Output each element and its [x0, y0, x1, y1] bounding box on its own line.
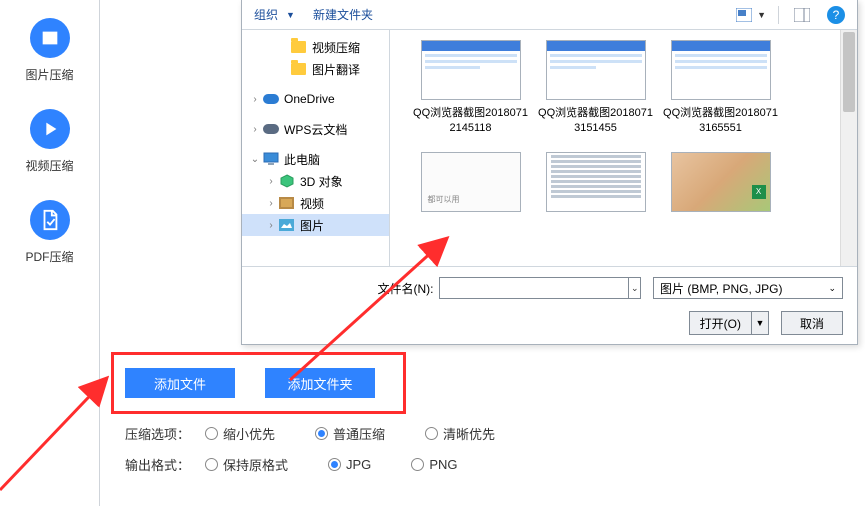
file-thumbnail	[546, 152, 646, 212]
organize-menu[interactable]: 组织	[254, 6, 278, 23]
view-mode-button[interactable]	[733, 4, 755, 26]
file-name-label: QQ浏览器截图20180713151455	[536, 106, 656, 136]
image-icon	[30, 18, 70, 58]
file-name-label: QQ浏览器截图20180713165551	[661, 106, 781, 136]
toolbar-separator	[778, 6, 779, 24]
pictures-folder-icon	[278, 217, 295, 234]
file-thumbnail	[546, 40, 646, 100]
tree-item-this-pc[interactable]: ⌄ 此电脑	[242, 148, 389, 170]
radio-clarity-first[interactable]: 清晰优先	[425, 424, 495, 443]
expand-icon[interactable]: ›	[264, 176, 278, 187]
compress-option-row: 压缩选项： 缩小优先 普通压缩 清晰优先	[125, 424, 535, 443]
options-panel: 压缩选项： 缩小优先 普通压缩 清晰优先 输出格式： 保持原格式 JPG PNG	[125, 424, 535, 486]
radio-shrink-first[interactable]: 缩小优先	[205, 424, 275, 443]
filename-dropdown-icon[interactable]: ⌄	[629, 277, 641, 299]
tree-item-onedrive[interactable]: › OneDrive	[242, 88, 389, 110]
collapse-icon[interactable]: ⌄	[248, 154, 262, 165]
radio-jpg[interactable]: JPG	[328, 457, 371, 472]
cloud-icon	[262, 91, 279, 108]
chevron-down-icon: ⌄	[828, 283, 836, 294]
file-item[interactable]: QQ浏览器截图20180713151455	[533, 40, 658, 136]
add-file-button[interactable]: 添加文件	[125, 368, 235, 398]
dialog-bottom-bar: 文件名(N): ⌄ 图片 (BMP, PNG, JPG) ⌄ 打开(O)▼ 取消	[242, 266, 857, 344]
add-folder-button[interactable]: 添加文件夹	[265, 368, 375, 398]
file-name-label: QQ浏览器截图20180712145118	[411, 106, 531, 136]
radio-keep-format[interactable]: 保持原格式	[205, 455, 288, 474]
radio-png[interactable]: PNG	[411, 457, 457, 472]
file-thumbnail: X	[671, 152, 771, 212]
file-item[interactable]: QQ浏览器截图20180712145118	[408, 40, 533, 136]
file-list-pane: QQ浏览器截图20180712145118 QQ浏览器截图20180713151…	[390, 30, 857, 266]
chevron-down-icon: ▼	[286, 10, 295, 20]
video-folder-icon	[278, 195, 295, 212]
pdf-icon	[30, 200, 70, 240]
chevron-down-icon[interactable]: ▼	[757, 10, 766, 20]
dialog-toolbar: 组织 ▼ 新建文件夹 ▼ ?	[242, 0, 857, 30]
sidebar-item-pdf-compress[interactable]: PDF压缩	[0, 200, 99, 265]
file-item[interactable]: X	[658, 152, 783, 218]
tree-item-videos[interactable]: › 视频	[242, 192, 389, 214]
help-icon[interactable]: ?	[827, 6, 845, 24]
file-item[interactable]: QQ浏览器截图20180713165551	[658, 40, 783, 136]
compress-option-label: 压缩选项：	[125, 424, 205, 443]
filetype-select[interactable]: 图片 (BMP, PNG, JPG) ⌄	[653, 277, 843, 299]
tree-item-pictures[interactable]: › 图片	[242, 214, 389, 236]
add-buttons-group: 添加文件 添加文件夹	[125, 368, 375, 398]
pc-icon	[262, 151, 279, 168]
app-sidebar: 图片压缩 视频压缩 PDF压缩	[0, 0, 100, 506]
file-thumbnail: 都可以用	[421, 152, 521, 212]
tree-item-image-translate[interactable]: 图片翻译	[242, 58, 389, 80]
sidebar-item-label: 图片压缩	[25, 66, 73, 83]
expand-icon[interactable]: ›	[248, 124, 262, 135]
open-button[interactable]: 打开(O)▼	[689, 311, 769, 335]
file-item[interactable]: 都可以用	[408, 152, 533, 218]
folder-icon	[290, 61, 307, 78]
tree-item-video-compress[interactable]: 视频压缩	[242, 36, 389, 58]
cancel-button[interactable]: 取消	[781, 311, 843, 335]
dialog-body: 视频压缩 图片翻译 › OneDrive › WPS云文档 ⌄	[242, 30, 857, 266]
cloud-icon	[262, 121, 279, 138]
folder-icon	[290, 39, 307, 56]
preview-pane-button[interactable]	[791, 4, 813, 26]
file-open-dialog: 组织 ▼ 新建文件夹 ▼ ? 视频压缩 图片翻译	[241, 0, 858, 345]
file-thumbnail	[421, 40, 521, 100]
output-format-label: 输出格式：	[125, 455, 205, 474]
sidebar-item-video-compress[interactable]: 视频压缩	[0, 109, 99, 174]
filename-label: 文件名(N):	[242, 280, 433, 297]
tree-item-3d-objects[interactable]: › 3D 对象	[242, 170, 389, 192]
file-item[interactable]	[533, 152, 658, 218]
output-format-row: 输出格式： 保持原格式 JPG PNG	[125, 455, 535, 474]
vertical-scrollbar[interactable]	[840, 30, 857, 266]
file-thumbnail	[671, 40, 771, 100]
play-icon	[30, 109, 70, 149]
expand-icon[interactable]: ›	[264, 220, 278, 231]
scrollbar-thumb[interactable]	[843, 32, 855, 112]
filetype-text: 图片 (BMP, PNG, JPG)	[660, 280, 782, 297]
expand-icon[interactable]: ›	[248, 94, 262, 105]
sidebar-item-label: PDF压缩	[25, 248, 73, 265]
cube-icon	[278, 173, 295, 190]
sidebar-item-image-compress[interactable]: 图片压缩	[0, 18, 99, 83]
radio-normal-compress[interactable]: 普通压缩	[315, 424, 385, 443]
expand-icon[interactable]: ›	[264, 198, 278, 209]
filename-input[interactable]	[439, 277, 629, 299]
chevron-down-icon[interactable]: ▼	[752, 318, 768, 328]
new-folder-button[interactable]: 新建文件夹	[313, 6, 373, 23]
sidebar-item-label: 视频压缩	[25, 157, 73, 174]
tree-item-wps-cloud[interactable]: › WPS云文档	[242, 118, 389, 140]
folder-tree: 视频压缩 图片翻译 › OneDrive › WPS云文档 ⌄	[242, 30, 390, 266]
